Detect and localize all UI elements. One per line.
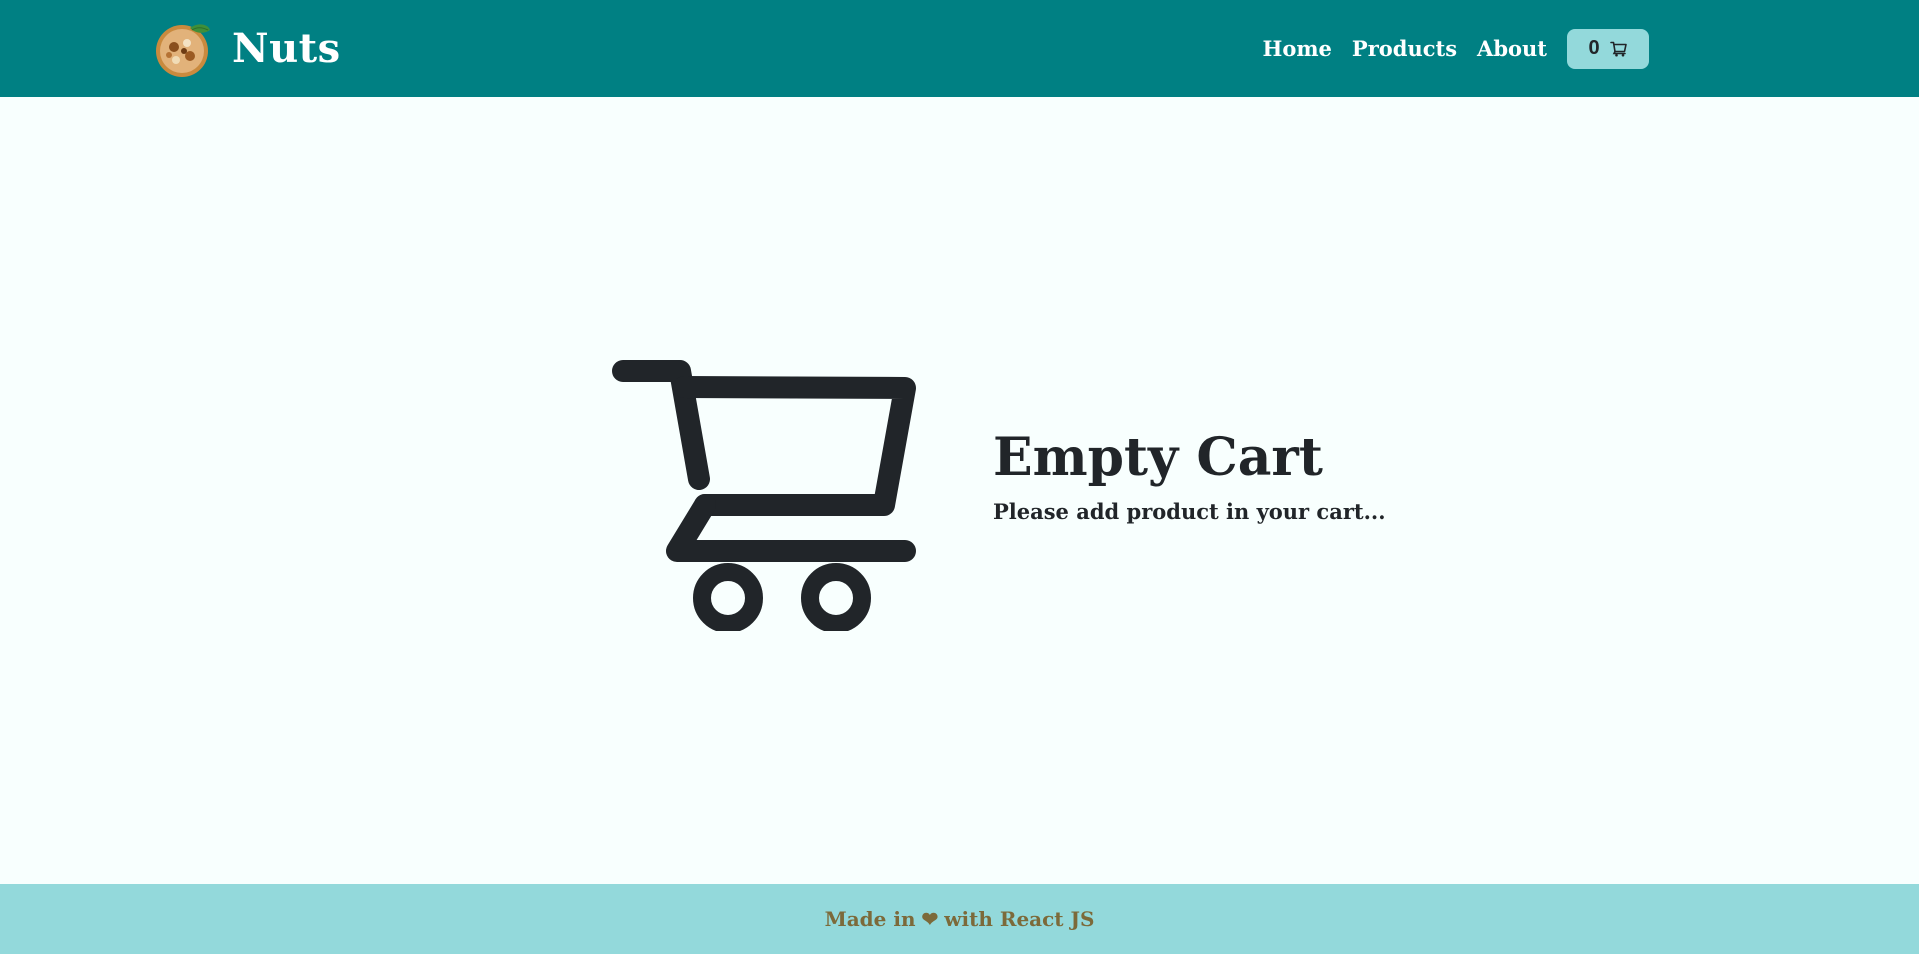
nav-home-link[interactable]: Home <box>1262 36 1331 61</box>
empty-cart-title: Empty Cart <box>993 427 1323 488</box>
empty-cart-subtitle: Please add product in your cart... <box>993 499 1386 525</box>
footer-text-before: Made in <box>824 907 916 931</box>
cart-button[interactable]: 0 <box>1567 28 1649 69</box>
shopping-cart-icon <box>612 359 917 633</box>
heart-icon: ❤ <box>921 907 939 931</box>
navbar: Nuts Home Products About 0 <box>0 0 1919 97</box>
empty-cart-section: Empty Cart Please add product in your ca… <box>0 97 1919 884</box>
footer: Made in ❤ with React JS <box>0 884 1919 954</box>
empty-cart-text: Empty Cart Please add product in your ca… <box>993 427 1386 524</box>
nav-products-link[interactable]: Products <box>1352 36 1457 61</box>
nav-about-link[interactable]: About <box>1477 36 1547 61</box>
cart-count: 0 <box>1588 37 1600 59</box>
cart-icon <box>1609 41 1628 57</box>
nav-links: Home Products About 0 <box>1242 0 1649 97</box>
footer-text-after: with React JS <box>944 907 1095 931</box>
nuts-logo-icon <box>154 20 212 78</box>
brand-link[interactable]: Nuts <box>154 20 341 78</box>
brand-name: Nuts <box>232 25 341 72</box>
